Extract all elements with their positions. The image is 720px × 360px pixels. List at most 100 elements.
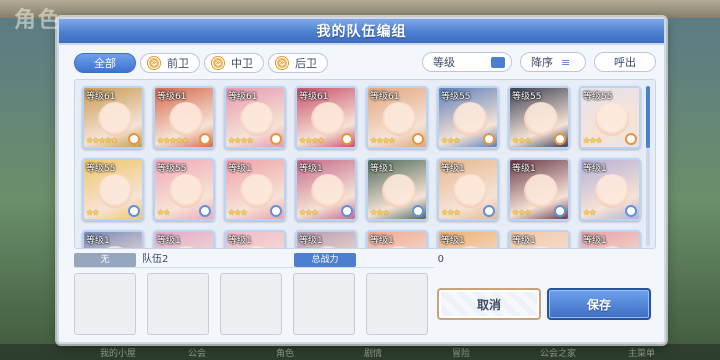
character-card[interactable]: 等级1 (437, 230, 499, 248)
background-menu-item: 角色 (276, 349, 295, 359)
total-power-value: 0 (437, 254, 444, 265)
character-card[interactable]: 等级1 ★★★ (437, 158, 499, 221)
character-portrait (524, 174, 558, 208)
character-card[interactable]: 等级1 ★★★ (366, 158, 428, 221)
character-card[interactable]: 等级55 ★★★ (579, 86, 641, 149)
party-slot[interactable] (147, 273, 209, 335)
character-level: 等级61 (299, 92, 329, 102)
star-rating: ★★★★★ (157, 136, 189, 145)
character-level: 等级61 (228, 92, 258, 102)
star-rating: ★★★ (583, 136, 602, 145)
background-menu-item: 公会 (188, 349, 207, 359)
roster-scrollbar[interactable] (646, 86, 650, 246)
rank-icon (199, 205, 211, 217)
character-card[interactable]: 等级61 ★★★★ (366, 86, 428, 149)
character-card[interactable]: 等级1 (508, 230, 570, 248)
character-level: 等级55 (157, 164, 187, 174)
star-rating: ★★★ (441, 208, 460, 217)
character-level: 等级61 (370, 92, 400, 102)
background-menu-item: 我的小屋 (100, 349, 137, 359)
character-level: 等级1 (512, 236, 536, 246)
scrollbar-thumb[interactable] (646, 86, 650, 148)
character-card[interactable]: 等级1 ★★★ (224, 158, 286, 221)
sort-lines-icon: ≡ (561, 55, 571, 69)
filter-back-button[interactable]: » 后卫 (268, 53, 328, 73)
character-level: 等级1 (228, 164, 252, 174)
character-card[interactable]: 等级1 (366, 230, 428, 248)
character-portrait (169, 102, 203, 136)
character-card[interactable]: 等级1 (153, 230, 215, 248)
character-card[interactable]: 等级1 ★★★ (508, 158, 570, 221)
party-slot[interactable] (366, 273, 428, 335)
party-slot[interactable] (220, 273, 282, 335)
filter-front-button[interactable]: » 前卫 (140, 53, 200, 73)
party-slot[interactable] (293, 273, 355, 335)
sort-order-button[interactable]: 降序 ≡ (520, 52, 586, 72)
star-rating: ★★★ (299, 208, 318, 217)
character-card[interactable]: 等级1 (224, 230, 286, 248)
rank-icon (412, 133, 424, 145)
character-portrait (595, 102, 629, 136)
star-rating: ★★★★ (370, 136, 396, 145)
character-card[interactable]: 等级1 (295, 230, 357, 248)
character-level: 等级1 (583, 164, 607, 174)
filter-middle-button[interactable]: » 中卫 (204, 53, 264, 73)
rank-icon (270, 205, 282, 217)
character-level: 等级1 (441, 236, 465, 246)
dialog-title-bar: 我的队伍编组 (59, 19, 664, 45)
call-out-label: 呼出 (614, 56, 636, 69)
cancel-button[interactable]: 取消 (437, 288, 541, 320)
background-screen-label: 角色 (14, 7, 63, 33)
character-card[interactable]: 等级1 (82, 230, 144, 248)
character-portrait (169, 174, 203, 208)
save-button[interactable]: 保存 (547, 288, 651, 320)
character-portrait (240, 174, 274, 208)
character-card[interactable]: 等级1 (579, 230, 641, 248)
character-level: 等级1 (228, 236, 252, 246)
star-rating: ★★★★ (228, 136, 254, 145)
character-level: 等级1 (370, 164, 394, 174)
character-level: 等级1 (299, 236, 323, 246)
party-slot[interactable] (74, 273, 136, 335)
character-portrait (453, 174, 487, 208)
character-card[interactable]: 等级1 ★★ (579, 158, 641, 221)
sort-by-level-dropdown[interactable]: 等级 (422, 52, 512, 72)
character-portrait (98, 102, 132, 136)
character-portrait (240, 246, 274, 248)
party-name: 队伍2 (142, 254, 169, 265)
character-card[interactable]: 等级55 ★★ (82, 158, 144, 221)
character-card[interactable]: 等级61 ★★★★★ (82, 86, 144, 149)
rank-icon (199, 133, 211, 145)
character-roster: 等级61 ★★★★★ 等级61 ★★★★★ 等级61 ★★★★ 等级61 ★★★★ 等级61 ★★… (74, 79, 656, 249)
party-none-tag: 无 (74, 253, 136, 267)
sort-order-label: 降序 (531, 56, 553, 69)
star-rating: ★★★ (228, 208, 247, 217)
party-divider (74, 267, 434, 268)
character-level: 等级55 (583, 92, 613, 102)
character-card[interactable]: 等级61 ★★★★ (224, 86, 286, 149)
team-formation-dialog: 我的队伍编组 全部 » 前卫 » 中卫 » 后卫 等级 降序 ≡ 呼出 等级61… (57, 17, 666, 344)
character-level: 等级1 (441, 164, 465, 174)
character-level: 等级1 (583, 236, 607, 246)
filter-all-button[interactable]: 全部 (74, 53, 136, 73)
cancel-label: 取消 (476, 297, 501, 312)
rank-icon (554, 133, 566, 145)
rank-icon (625, 205, 637, 217)
character-card[interactable]: 等级1 ★★★ (295, 158, 357, 221)
character-portrait (240, 102, 274, 136)
character-card[interactable]: 等级55 ★★ (153, 158, 215, 221)
dropdown-icon (491, 56, 505, 68)
character-portrait (595, 246, 629, 248)
character-portrait (311, 246, 345, 248)
call-out-button[interactable]: 呼出 (594, 52, 656, 72)
character-level: 等级1 (299, 164, 323, 174)
character-level: 等级1 (512, 164, 536, 174)
character-card[interactable]: 等级55 ★★★ (437, 86, 499, 149)
character-card[interactable]: 等级55 ★★★ (508, 86, 570, 149)
character-card[interactable]: 等级61 ★★★★★ (153, 86, 215, 149)
character-portrait (382, 246, 416, 248)
star-rating: ★★★ (441, 136, 460, 145)
character-card[interactable]: 等级61 ★★★★ (295, 86, 357, 149)
sort-by-label: 等级 (433, 56, 455, 69)
position-icon: » (275, 56, 289, 70)
